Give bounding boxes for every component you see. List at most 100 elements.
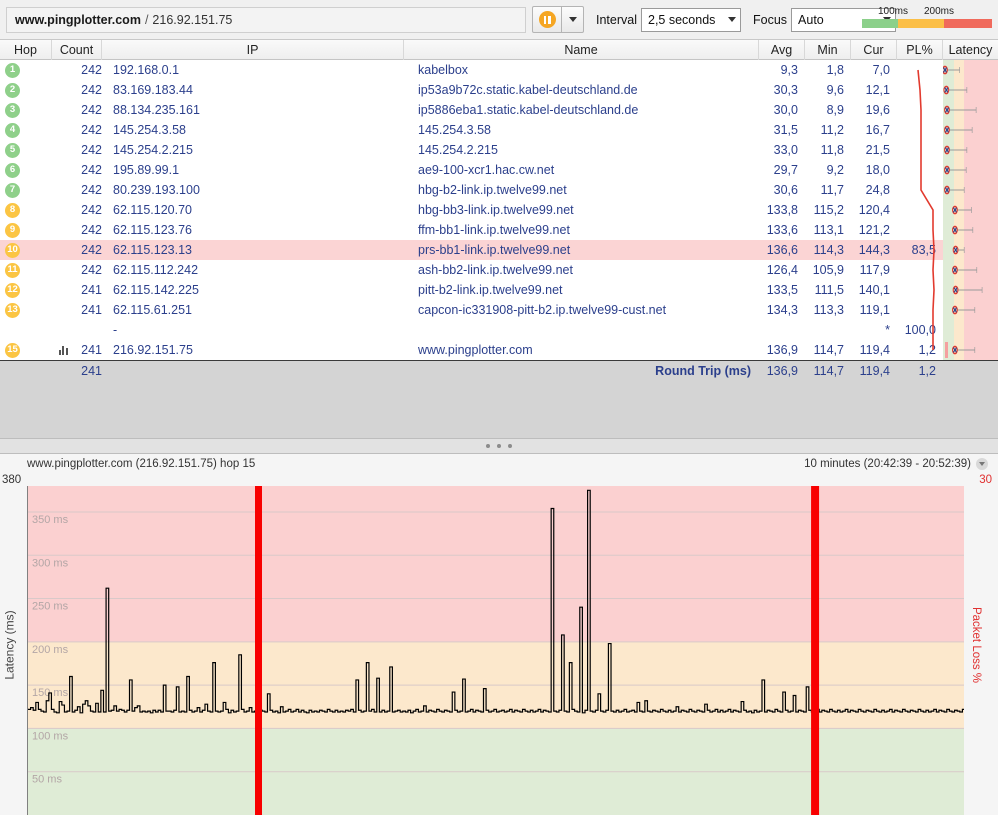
hop-number-badge: 12	[5, 282, 20, 298]
column-header-avg[interactable]: Avg	[759, 40, 805, 60]
svg-text:50 ms: 50 ms	[32, 774, 62, 786]
latency-timeline-plot[interactable]: 50 ms 100 ms 150 ms 200 ms 250 ms 300 ms 350 m…	[27, 486, 964, 815]
ip-cell: 145.254.3.58	[113, 123, 186, 137]
table-header-row: Hop Count IP Name Avg Min Cur PL% Latenc…	[0, 40, 998, 60]
count-cell: 242	[81, 263, 102, 277]
min-cell: 11,7	[820, 183, 844, 197]
chevron-down-icon	[728, 17, 736, 22]
ip-cell: -	[113, 323, 118, 337]
latency-mini-graph	[943, 260, 998, 280]
pause-control-group	[532, 6, 584, 33]
table-row[interactable]: 5 242 145.254.2.215 145.254.2.215 33,0 11,8 21…	[0, 140, 998, 160]
ip-cell: 80.239.193.100	[113, 183, 200, 197]
hop-cell: 6	[0, 162, 52, 178]
table-row[interactable]: 7 242 80.239.193.100 hbg-b2-link.ip.twelve9…	[0, 180, 998, 200]
panel-splitter[interactable]	[0, 438, 998, 454]
hop-number-badge: 11	[5, 262, 20, 278]
hop-table: Hop Count IP Name Avg Min Cur PL% Latenc…	[0, 40, 998, 438]
count-cell: 242	[81, 103, 102, 117]
legend-labels: 100ms 200ms	[862, 6, 992, 19]
name-cell: hbg-b2-link.ip.twelve99.net	[418, 183, 567, 197]
table-row[interactable]: 13 241 62.115.61.251 capcon-ic331908-pitt-b…	[0, 300, 998, 320]
count-cell: 242	[81, 123, 102, 137]
table-row[interactable]: - * 100,0	[0, 320, 998, 340]
chart-body: 380 Latency (ms) 30 Packet Loss % 50 ms 1…	[0, 474, 998, 815]
toolbar: www.pingplotter.com / 216.92.151.75 Inte…	[0, 0, 998, 40]
table-row[interactable]: 15 241 216.92.151.75 www.pingplotter.com 136…	[0, 340, 998, 360]
column-header-latency[interactable]: Latency	[943, 40, 998, 60]
column-header-pl[interactable]: PL%	[897, 40, 943, 60]
column-header-cur[interactable]: Cur	[851, 40, 897, 60]
pause-button[interactable]	[532, 6, 562, 33]
latency-mini-graph	[943, 160, 998, 180]
summary-count: 241	[81, 363, 102, 378]
legend-segment	[862, 19, 898, 28]
table-row[interactable]: 11 242 62.115.112.242 ash-bb2-link.ip.twelv…	[0, 260, 998, 280]
summary-label: Round Trip (ms)	[655, 363, 751, 378]
ip-cell: 216.92.151.75	[113, 343, 193, 357]
table-row[interactable]: 10 242 62.115.123.13 prs-bb1-link.ip.twelve…	[0, 240, 998, 260]
table-row[interactable]: 2 242 83.169.183.44 ip53a9b72c.static.kabel…	[0, 80, 998, 100]
pingplotter-window: www.pingplotter.com / 216.92.151.75 Inte…	[0, 0, 998, 815]
legend-gradient-bar	[862, 19, 992, 28]
name-cell: prs-bb1-link.ip.twelve99.net	[418, 243, 571, 257]
summary-pl: 1,2	[918, 363, 936, 378]
hop-cell: 11	[0, 262, 52, 278]
column-header-count[interactable]: Count	[52, 40, 102, 60]
latency-mini-graph	[943, 200, 998, 220]
count-cell: 242	[81, 183, 102, 197]
target-ip: 216.92.151.75	[152, 12, 233, 27]
hop-cell: 9	[0, 222, 52, 238]
table-row[interactable]: 12 241 62.115.142.225 pitt-b2-link.ip.twelv…	[0, 280, 998, 300]
row-icon-cell	[52, 345, 74, 355]
ip-cell: 145.254.2.215	[113, 143, 193, 157]
column-header-ip[interactable]: IP	[102, 40, 404, 60]
hop-number-badge: 10	[5, 242, 20, 258]
interval-value: 2,5 seconds	[648, 12, 716, 27]
pl-cell: 1,2	[918, 343, 936, 357]
chart-time-range-selector[interactable]: 10 minutes (20:42:39 - 20:52:39)	[804, 458, 988, 470]
hop-cell: 8	[0, 202, 52, 218]
table-body: 1 242 192.168.0.1 kabelbox 9,3 1,8 7,0 2 242 83.1…	[0, 60, 998, 360]
table-row[interactable]: 8 242 62.115.120.70 hbg-bb3-link.ip.twelve9…	[0, 200, 998, 220]
interval-select[interactable]: 2,5 seconds	[641, 7, 741, 32]
interval-label: Interval	[596, 12, 637, 27]
chart-header: www.pingplotter.com (216.92.151.75) hop …	[0, 454, 998, 474]
avg-cell: 136,9	[766, 343, 798, 357]
bar-chart-icon[interactable]	[58, 345, 68, 355]
hop-number-badge: 5	[5, 142, 20, 158]
avg-cell: 30,6	[773, 183, 798, 197]
latency-marker	[952, 225, 974, 235]
hop-cell: 10	[0, 242, 52, 258]
latency-marker	[943, 85, 968, 95]
pause-dropdown-button[interactable]	[562, 6, 584, 33]
table-row[interactable]: 9 242 62.115.123.76 ffm-bb1-link.ip.twelve9…	[0, 220, 998, 240]
table-row[interactable]: 3 242 88.134.235.161 ip5886eba1.static.kabe…	[0, 100, 998, 120]
focus-value: Auto	[798, 12, 824, 27]
column-header-name[interactable]: Name	[404, 40, 759, 60]
latency-band	[943, 320, 954, 340]
ip-cell: 62.115.120.70	[113, 203, 193, 217]
target-address-field[interactable]: www.pingplotter.com / 216.92.151.75	[6, 6, 526, 33]
avg-cell: 133,5	[766, 283, 798, 297]
hop-cell: 7	[0, 182, 52, 198]
count-cell: 241	[81, 343, 102, 357]
cur-cell: 12,1	[865, 83, 890, 97]
drag-dots-icon	[497, 444, 501, 448]
column-header-min[interactable]: Min	[805, 40, 851, 60]
hop-cell: 15	[0, 342, 52, 358]
column-header-hop[interactable]: Hop	[0, 40, 52, 60]
table-row[interactable]: 6 242 195.89.99.1 ae9-100-xcr1.hac.cw.net 29…	[0, 160, 998, 180]
hop-number-badge: 8	[5, 202, 20, 218]
avg-cell: 33,0	[773, 143, 798, 157]
summary-row: 241 Round Trip (ms) 136,9 114,7 119,4 1,…	[0, 360, 998, 380]
count-cell: 242	[81, 63, 102, 77]
latency-mini-graph	[943, 280, 998, 300]
table-row[interactable]: 4 242 145.254.3.58 145.254.3.58 31,5 11,2 16,7	[0, 120, 998, 140]
pause-icon	[538, 11, 556, 28]
name-cell: 145.254.3.58	[418, 123, 491, 137]
latency-bands	[943, 320, 998, 340]
legend-label-100ms: 100ms	[878, 6, 909, 17]
table-row[interactable]: 1 242 192.168.0.1 kabelbox 9,3 1,8 7,0	[0, 60, 998, 80]
cur-cell: 19,6	[865, 103, 890, 117]
